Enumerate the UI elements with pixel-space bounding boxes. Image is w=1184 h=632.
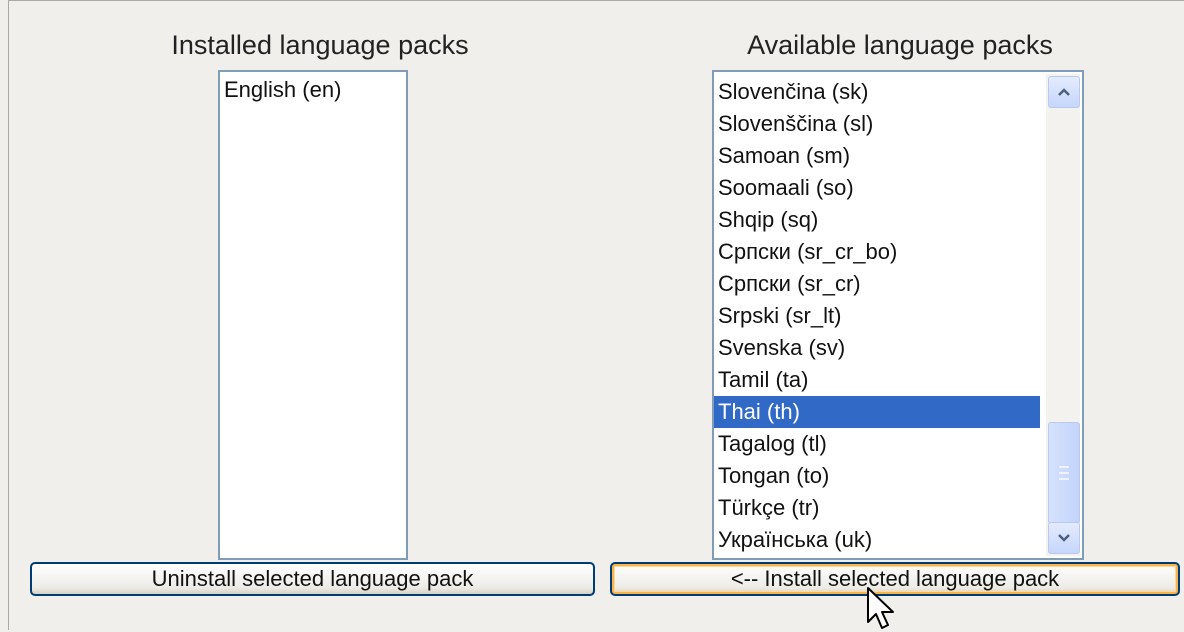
list-item[interactable]: Slovenščina (sl)	[714, 108, 1040, 140]
list-item[interactable]: Tagalog (tl)	[714, 428, 1040, 460]
list-item[interactable]: Српски (sr_cr_bo)	[714, 236, 1040, 268]
vertical-scrollbar[interactable]	[1046, 74, 1080, 556]
list-item[interactable]: Tamil (ta)	[714, 364, 1040, 396]
scrollbar-thumb[interactable]	[1048, 422, 1080, 524]
list-item[interactable]: Српски (sr_cr)	[714, 268, 1040, 300]
list-item[interactable]: Українська (uk)	[714, 524, 1040, 556]
list-item[interactable]: Soomaali (so)	[714, 172, 1040, 204]
installed-language-list[interactable]: English (en)	[218, 70, 408, 560]
uninstall-button[interactable]: Uninstall selected language pack	[30, 562, 595, 596]
list-item[interactable]: Tongan (to)	[714, 460, 1040, 492]
list-item[interactable]: Slovenčina (sk)	[714, 76, 1040, 108]
mouse-pointer-icon	[867, 587, 894, 629]
list-item[interactable]: Shqip (sq)	[714, 204, 1040, 236]
chevron-down-icon[interactable]	[1048, 522, 1080, 554]
list-item[interactable]: Samoan (sm)	[714, 140, 1040, 172]
list-item-selected[interactable]: Thai (th)	[714, 396, 1040, 428]
list-item[interactable]: Svenska (sv)	[714, 332, 1040, 364]
installed-heading: Installed language packs	[171, 30, 469, 60]
list-item[interactable]: Türkçe (tr)	[714, 492, 1040, 524]
chevron-up-icon[interactable]	[1048, 76, 1080, 108]
list-item[interactable]: Srpski (sr_lt)	[714, 300, 1040, 332]
list-item[interactable]: English (en)	[220, 72, 406, 106]
available-language-list[interactable]: Slovenčina (sk) Slovenščina (sl) Samoan …	[712, 70, 1084, 560]
available-heading: Available language packs	[747, 30, 1053, 60]
